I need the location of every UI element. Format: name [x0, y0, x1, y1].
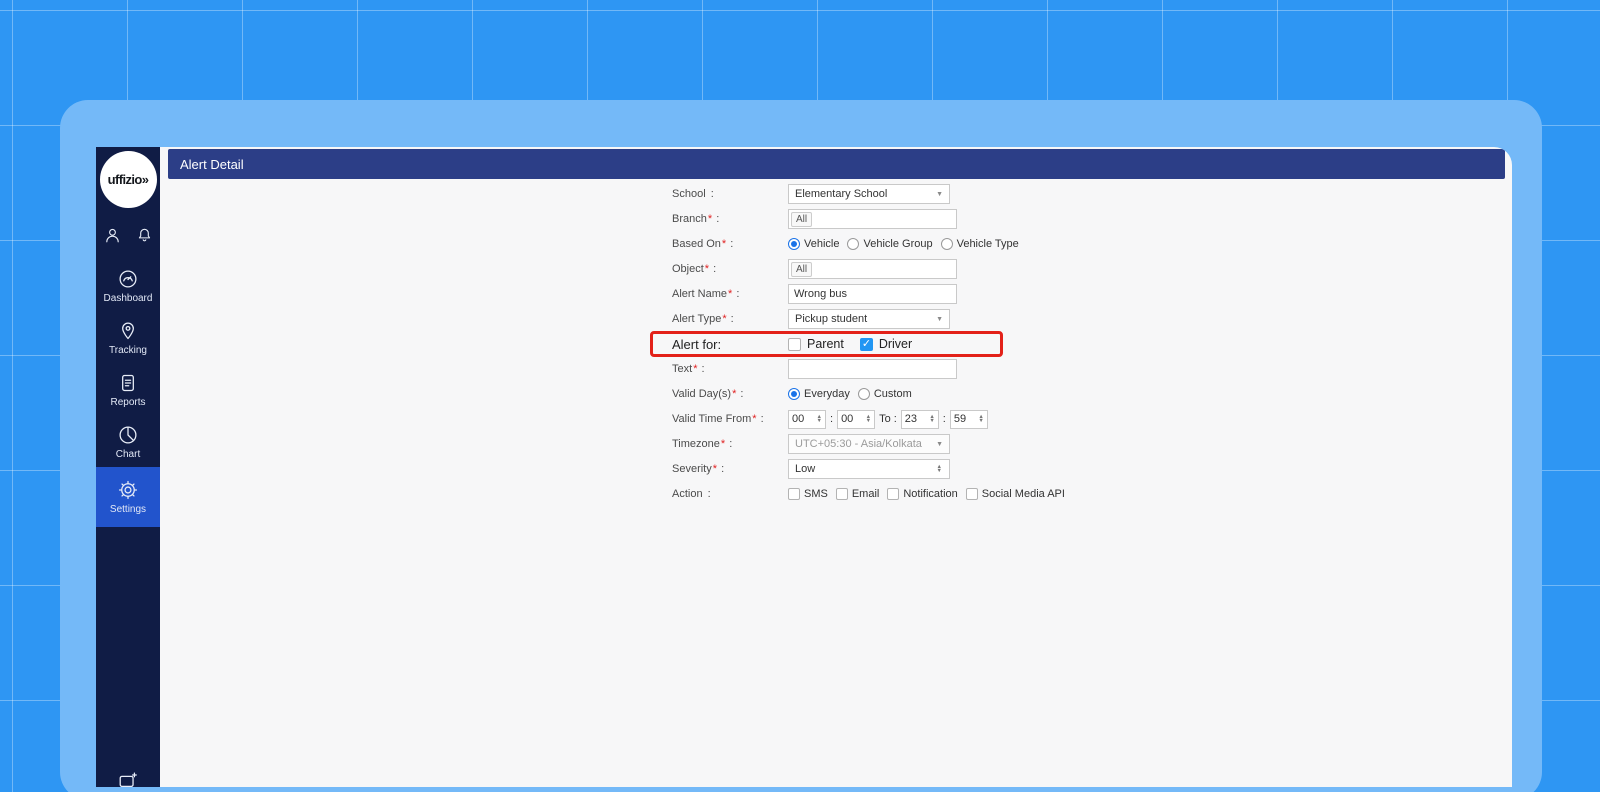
- form-row-action: Action : SMS Email Notification Social M…: [672, 488, 1065, 500]
- form-row-based-on: Based On* : Vehicle Vehicle Group Vehicl…: [672, 238, 1019, 250]
- text-input[interactable]: [788, 359, 957, 379]
- sidebar-item-tracking[interactable]: Tracking: [96, 311, 160, 363]
- spinner-arrows-icon[interactable]: ▲ ▼: [978, 414, 983, 424]
- sidebar-item-label: Dashboard: [103, 293, 153, 304]
- alert-detail-form: School : Elementary School ▼ Branch* : A…: [160, 184, 1512, 504]
- spinner-arrows-icon[interactable]: ▲ ▼: [866, 414, 871, 424]
- user-icon[interactable]: [103, 226, 122, 245]
- alert-type-label: Alert Type* :: [672, 313, 734, 325]
- sidebar-item-dashboard[interactable]: Dashboard: [96, 259, 160, 311]
- compose-icon[interactable]: [117, 769, 139, 787]
- page-title-bar: Alert Detail: [168, 149, 1505, 179]
- spinner-arrows-icon: ▲ ▼: [936, 463, 942, 474]
- form-row-alert-for: Alert for: Parent Driver: [160, 331, 1512, 357]
- chevron-down-icon: ▼: [936, 440, 943, 448]
- alert-type-select[interactable]: Pickup student ▼: [788, 309, 950, 329]
- form-row-alert-name: Alert Name* :: [160, 284, 1512, 304]
- timezone-select: UTC+05:30 - Asia/Kolkata ▼: [788, 434, 950, 454]
- social-media-api-checkbox[interactable]: [965, 488, 978, 500]
- branch-all-chip[interactable]: All: [791, 211, 813, 227]
- chevron-down-icon: ▼: [936, 190, 943, 198]
- content-panel: Alert Detail School : Elementary School …: [160, 147, 1512, 787]
- action-label: Action :: [672, 488, 711, 500]
- form-row-timezone: Timezone* : UTC+05:30 - Asia/Kolkata ▼: [160, 434, 1512, 454]
- severity-select[interactable]: Low ▲ ▼: [788, 459, 950, 479]
- spinner-arrows-icon[interactable]: ▲ ▼: [817, 414, 822, 424]
- sidebar-item-chart[interactable]: Chart: [96, 415, 160, 467]
- from-minute-spinner[interactable]: 00 ▲ ▼: [837, 409, 876, 429]
- alert-for-label: Alert for:: [672, 336, 722, 352]
- radio-vehicle[interactable]: [788, 238, 800, 250]
- sidebar-item-label: Reports: [110, 397, 146, 408]
- parent-checkbox[interactable]: [788, 337, 801, 351]
- notification-checkbox[interactable]: [887, 488, 900, 500]
- form-row-valid-time: Valid Time From* : 00 ▲▼ : 00 ▲▼ To :: [160, 409, 1512, 429]
- radio-vehicle-group[interactable]: [847, 238, 860, 250]
- school-label: School :: [672, 188, 714, 200]
- app-window: uffizio» Dashboard Tracking Reports Char…: [60, 100, 1542, 792]
- text-label: Text* :: [672, 363, 705, 375]
- form-row-valid-days: Valid Day(s)* : Everyday Custom: [672, 388, 912, 400]
- based-on-label: Based On* :: [672, 238, 734, 250]
- sidebar-item-label: Tracking: [109, 345, 147, 356]
- email-checkbox[interactable]: [835, 488, 848, 500]
- severity-label: Severity* :: [672, 463, 725, 475]
- sidebar-bottom: [96, 769, 160, 787]
- branch-input[interactable]: All: [788, 209, 957, 229]
- radio-vehicle-type[interactable]: [940, 238, 953, 250]
- timezone-label: Timezone* :: [672, 438, 733, 450]
- valid-time-label: Valid Time From* :: [672, 413, 764, 425]
- object-all-chip[interactable]: All: [791, 261, 813, 277]
- page-title: Alert Detail: [180, 156, 244, 172]
- settings-icon: [118, 480, 138, 500]
- to-minute-spinner[interactable]: 59 ▲ ▼: [949, 409, 988, 429]
- form-row-branch: Branch* : All: [160, 209, 1512, 229]
- form-row-object: Object* : All: [160, 259, 1512, 279]
- alert-name-label: Alert Name* :: [672, 288, 740, 300]
- uffizio-logo: uffizio»: [99, 151, 157, 208]
- sidebar-item-reports[interactable]: Reports: [96, 363, 160, 415]
- dashboard-icon: [119, 270, 137, 288]
- chevron-down-icon: ▼: [936, 315, 943, 323]
- logo-text: uffizio»: [107, 172, 149, 187]
- sidebar-item-label: Chart: [115, 449, 141, 460]
- school-select[interactable]: Elementary School ▼: [788, 184, 950, 204]
- form-row-school: School : Elementary School ▼: [160, 184, 1512, 204]
- chart-icon: [119, 426, 137, 444]
- sidebar-nav: Dashboard Tracking Reports Chart Setting…: [96, 259, 160, 527]
- driver-checkbox[interactable]: [859, 337, 873, 351]
- reports-icon: [122, 374, 134, 392]
- sidebar-item-settings[interactable]: Settings: [96, 467, 160, 527]
- valid-days-label: Valid Day(s)* :: [672, 388, 744, 400]
- sidebar-top-icons: [96, 226, 160, 245]
- bell-icon[interactable]: [135, 226, 154, 245]
- sidebar: uffizio» Dashboard Tracking Reports Char…: [96, 147, 160, 787]
- form-row-alert-type: Alert Type* : Pickup student ▼: [160, 309, 1512, 329]
- form-row-severity: Severity* : Low ▲ ▼: [160, 459, 1512, 479]
- branch-label: Branch* :: [672, 213, 720, 225]
- desktop-background: uffizio» Dashboard Tracking Reports Char…: [0, 0, 1600, 792]
- to-hour-spinner[interactable]: 23 ▲ ▼: [900, 409, 939, 429]
- sidebar-item-label: Settings: [109, 504, 147, 515]
- tracking-icon: [122, 322, 134, 340]
- form-row-text: Text* :: [160, 359, 1512, 379]
- alert-name-input[interactable]: [788, 284, 957, 304]
- sms-checkbox[interactable]: [788, 488, 800, 500]
- spinner-arrows-icon[interactable]: ▲ ▼: [929, 414, 934, 424]
- from-hour-spinner[interactable]: 00 ▲ ▼: [788, 409, 826, 429]
- radio-everyday[interactable]: [788, 388, 800, 400]
- radio-custom[interactable]: [857, 388, 870, 400]
- object-label: Object* :: [672, 263, 717, 275]
- object-input[interactable]: All: [788, 259, 957, 279]
